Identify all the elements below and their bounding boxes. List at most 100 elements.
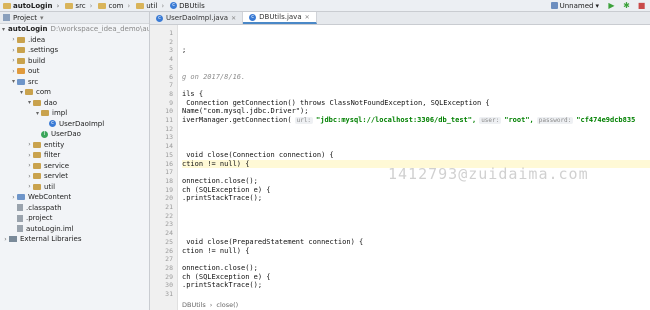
line-number: 31 — [165, 290, 173, 298]
tree-item[interactable]: .project — [0, 213, 149, 224]
chevron-down-icon[interactable]: ▾ — [26, 99, 33, 106]
tree-item[interactable]: › util — [0, 182, 149, 193]
tree-item[interactable]: ▾ com — [0, 87, 149, 98]
code-line[interactable]: .printStackTrace(); — [182, 281, 262, 289]
code-line[interactable]: Connection getConnection() throws ClassN… — [182, 99, 489, 107]
tree-item-label: autoLogin.iml — [26, 224, 74, 233]
editor-breadcrumb-method[interactable]: close() — [216, 301, 238, 309]
tree-item[interactable]: › entity — [0, 140, 149, 151]
chevron-right-icon[interactable]: › — [26, 173, 33, 180]
code-text: onnection.close(); — [182, 176, 258, 185]
folder-icon — [3, 2, 11, 9]
folder-icon — [17, 57, 25, 64]
tree-item[interactable]: › WebContent — [0, 192, 149, 203]
chevron-down-icon[interactable]: ▾ — [2, 26, 5, 33]
close-icon[interactable]: ✕ — [305, 14, 310, 21]
close-icon[interactable]: ✕ — [231, 15, 236, 22]
chevron-right-icon[interactable]: › — [10, 47, 17, 54]
line-number: 27 — [165, 255, 173, 264]
code-line[interactable]: ch (SQLException e) { — [182, 273, 271, 281]
debug-icon[interactable]: ✱ — [622, 1, 631, 10]
code-line[interactable]: Name("com.mysql.jdbc.Driver"); — [182, 107, 308, 115]
code-line[interactable]: g on 2017/8/16. — [182, 73, 245, 81]
tree-item[interactable]: c UserDaoImpl — [0, 119, 149, 130]
chevron-right-icon[interactable]: › — [26, 162, 33, 169]
code-line[interactable]: .printStackTrace(); — [182, 194, 262, 202]
tree-item-label: dao — [44, 98, 58, 107]
breadcrumb-item[interactable]: com › — [95, 2, 133, 10]
tree-item[interactable]: ▾ impl — [0, 108, 149, 119]
code-line[interactable]: void close(PreparedStatement connection)… — [182, 238, 363, 246]
code-line[interactable]: void close(Connection connection) { — [182, 151, 334, 159]
chevron-right-icon[interactable]: › — [26, 141, 33, 148]
breadcrumb-item[interactable]: src › — [62, 2, 95, 10]
tree-item[interactable]: › build — [0, 56, 149, 67]
line-number: 21 — [165, 203, 173, 211]
tree-item[interactable]: › .settings — [0, 45, 149, 56]
parameter-hint: user: — [479, 117, 502, 124]
tree-item[interactable]: autoLogin.iml — [0, 224, 149, 235]
code-line[interactable]: iverManager.getConnection(url: "jdbc:mysq… — [182, 116, 635, 124]
code-line[interactable]: ; — [182, 46, 186, 54]
editor-tab[interactable]: c UserDaoImpl.java ✕ — [150, 12, 244, 24]
output-folder-icon — [17, 68, 25, 75]
chevron-right-icon[interactable]: › — [26, 183, 33, 190]
line-number: 8 — [169, 89, 173, 98]
run-configuration-dropdown[interactable]: Unnamed ▾ — [549, 2, 601, 10]
breadcrumb-separator-icon: › — [127, 1, 131, 10]
chevron-right-icon[interactable]: › — [10, 57, 17, 64]
code-editor[interactable]: 1 2 3 4 5 6 7 8 9 10 11 12 13 14 15 16 17 18 19 20 21 22 23 24 2… — [150, 25, 650, 310]
code-line[interactable]: ils { — [182, 90, 203, 98]
line-number: 18 — [165, 176, 173, 185]
tree-item-label: com — [36, 88, 51, 97]
tree-item[interactable]: › out — [0, 66, 149, 77]
code-text: ils { — [182, 89, 204, 98]
code-line[interactable]: onnection.close(); — [182, 177, 258, 185]
line-number: 28 — [165, 263, 173, 272]
tree-item-label: .settings — [28, 46, 59, 55]
class-icon: c — [49, 120, 56, 128]
chevron-right-icon[interactable]: › — [10, 68, 17, 75]
tree-item[interactable]: ▾ src — [0, 77, 149, 88]
tree-item[interactable]: › .idea — [0, 35, 149, 46]
watermark: 1412793@zuidaima.com — [388, 165, 589, 183]
chevron-down-icon[interactable]: ▾ — [34, 110, 41, 117]
project-path: D:\workspace_idea_demo\autoLo — [50, 25, 150, 34]
code-text: ch (SQLException e) { — [182, 272, 271, 281]
chevron-right-icon[interactable]: › — [26, 152, 33, 159]
editor-tab[interactable]: c DBUtils.java ✕ — [243, 12, 317, 24]
tree-item[interactable]: .classpath — [0, 203, 149, 214]
breadcrumb-label: util — [146, 1, 158, 10]
source-folder-icon — [17, 194, 25, 201]
stop-icon[interactable]: ■ — [637, 1, 646, 10]
tree-item-label: UserDao — [51, 130, 81, 139]
folder-icon — [136, 2, 145, 9]
tree-item[interactable]: ▾autoLoginD:\workspace_idea_demo\autoLo — [0, 24, 149, 35]
project-icon — [3, 14, 10, 21]
tree-item[interactable]: › External Libraries — [0, 234, 149, 245]
chevron-right-icon[interactable]: › — [2, 236, 9, 243]
tree-item[interactable]: I UserDao — [0, 129, 149, 140]
editor-breadcrumb-class[interactable]: DBUtils — [182, 301, 206, 309]
chevron-right-icon[interactable]: › — [10, 194, 17, 201]
parameter-hint: url: — [294, 117, 314, 124]
tree-item[interactable]: › filter — [0, 150, 149, 161]
project-panel-header[interactable]: Project ▾ — [0, 12, 149, 24]
run-icon[interactable]: ▶ — [607, 1, 616, 10]
breadcrumb-item[interactable]: autoLogin › — [0, 2, 62, 10]
code-line[interactable]: ction != null) { — [182, 247, 249, 255]
chevron-right-icon[interactable]: › — [10, 36, 17, 43]
tree-item[interactable]: › servlet — [0, 171, 149, 182]
tree-item[interactable]: ▾ dao — [0, 98, 149, 109]
class-icon: c — [249, 13, 257, 21]
chevron-down-icon[interactable]: ▾ — [18, 89, 25, 96]
breadcrumb-item[interactable]: util › — [133, 2, 167, 10]
interface-icon: I — [41, 130, 48, 138]
code-text: iverManager.getConnection( — [182, 116, 292, 124]
code-line[interactable]: ch (SQLException e) { — [182, 186, 271, 194]
chevron-down-icon[interactable]: ▾ — [10, 78, 17, 85]
project-panel: Project ▾ ▾ autoLogin D:\workspace_idea_de… — [0, 12, 150, 310]
tree-item[interactable]: › service — [0, 161, 149, 172]
code-line[interactable]: onnection.close(); — [182, 264, 258, 272]
breadcrumb-item[interactable]: c DBUtils — [167, 2, 208, 10]
